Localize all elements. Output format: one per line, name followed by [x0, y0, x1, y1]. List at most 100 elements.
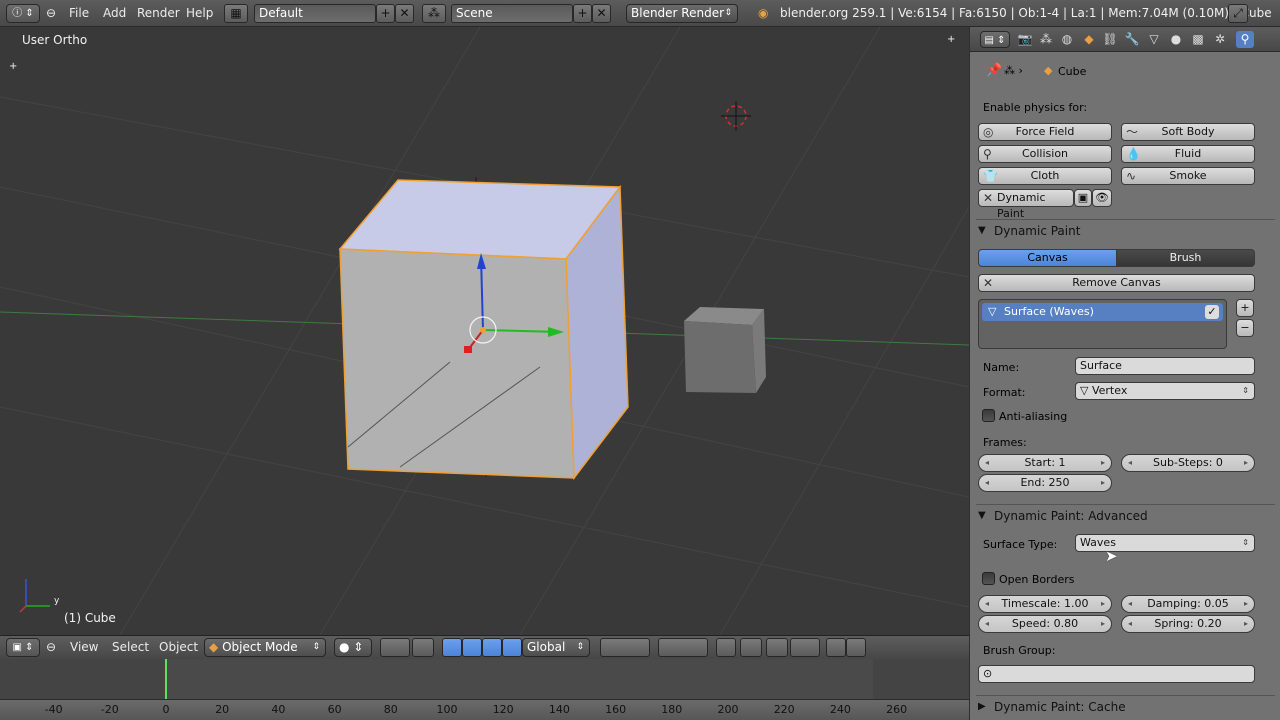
add-scene-icon[interactable]: + — [573, 4, 592, 23]
3d-viewport[interactable]: User Ortho + + y (1) Cube — [0, 27, 969, 635]
scene-layers-2[interactable] — [658, 638, 708, 657]
brush-group-input[interactable]: ⊙ — [978, 665, 1255, 683]
timescale-field[interactable]: ◂ Timescale: 1.00 ▸ — [978, 595, 1112, 613]
scale-manipulator-icon[interactable] — [482, 638, 502, 657]
screen-layout-icon[interactable]: ▦ — [224, 4, 248, 23]
menu-view[interactable]: View — [70, 638, 98, 657]
manipulator-toggle[interactable] — [412, 638, 434, 657]
open-borders-checkbox[interactable] — [982, 572, 995, 585]
spring-field[interactable]: ◂ Spring: 0.20 ▸ — [1121, 615, 1255, 633]
add-screen-icon[interactable]: + — [376, 4, 395, 23]
editor-type-button[interactable]: ▤ ⇕ — [980, 31, 1010, 48]
dropdown-arrows-icon: ⇕ — [576, 642, 584, 652]
scene-layers-1[interactable] — [600, 638, 650, 657]
scene-field[interactable]: Scene — [451, 4, 573, 23]
manipulator-extra-icon[interactable] — [502, 638, 522, 657]
fluid-button[interactable]: 💧 Fluid — [1121, 145, 1255, 163]
scene-breadcrumb-icon: ⁂ › — [1004, 64, 1023, 77]
translate-manipulator-icon[interactable] — [442, 638, 462, 657]
cloth-button[interactable]: 👕 Cloth — [978, 167, 1112, 185]
damping-field[interactable]: ◂ Damping: 0.05 ▸ — [1121, 595, 1255, 613]
substeps-field[interactable]: ◂ Sub-Steps: 0 ▸ — [1121, 454, 1255, 472]
fullscreen-icon[interactable]: ⤢ — [1228, 4, 1248, 23]
material-tab-icon[interactable]: ● — [1167, 31, 1185, 48]
dynamic-paint-section-header[interactable]: ▼ Dynamic Paint — [976, 219, 1275, 241]
world-tab-icon[interactable]: ◍ — [1058, 31, 1076, 48]
surface-name-input[interactable]: Surface — [1075, 357, 1255, 375]
format-dropdown[interactable]: ▽ Vertex ⇕ — [1075, 382, 1255, 400]
render-tab-icon[interactable]: 📷 — [1016, 31, 1034, 48]
timeline-tick-label: 140 — [548, 703, 570, 716]
surface-list-item[interactable]: ▽ Surface (Waves) ✓ — [982, 303, 1223, 321]
surface-active-checkbox[interactable]: ✓ — [1205, 305, 1219, 319]
surface-list[interactable]: ▽ Surface (Waves) ✓ — [978, 299, 1227, 349]
frame-start-field[interactable]: ◂ Start: 1 ▸ — [978, 454, 1112, 472]
editor-type-button[interactable]: ▣ ⇕ — [6, 638, 40, 657]
dynamic-paint-cache-section-header[interactable]: ▶ Dynamic Paint: Cache — [976, 695, 1275, 717]
visibility-eye-icon[interactable]: 👁 — [1092, 189, 1112, 207]
tool-shelf-toggle-icon[interactable]: + — [947, 34, 955, 45]
remove-canvas-button[interactable]: ✕ Remove Canvas — [978, 274, 1255, 292]
particles-tab-icon[interactable]: ✲ — [1211, 31, 1229, 48]
editor-type-button[interactable]: ⓘ ⇕ — [6, 4, 40, 23]
frame-end-field[interactable]: ◂ End: 250 ▸ — [978, 474, 1112, 492]
screen-layout-field[interactable]: Default — [254, 4, 376, 23]
menu-select[interactable]: Select — [112, 638, 149, 657]
texture-tab-icon[interactable]: ▩ — [1189, 31, 1207, 48]
fluid-label: Fluid — [1174, 147, 1202, 160]
force-field-button[interactable]: ◎ Force Field — [978, 123, 1112, 141]
orientation-dropdown[interactable]: Global ⇕ — [522, 638, 590, 657]
3d-cursor-icon[interactable] — [721, 101, 751, 131]
add-surface-icon[interactable]: + — [1236, 299, 1254, 317]
menu-add[interactable]: Add — [103, 4, 126, 23]
scene-tab-icon[interactable]: ⁂ — [1037, 31, 1055, 48]
decrement-arrow-icon: ◂ — [1128, 619, 1133, 628]
render-toggle-icon[interactable]: ▣ — [1074, 189, 1092, 207]
render-animation-icon[interactable] — [846, 638, 866, 657]
snap-toggle-icon[interactable] — [766, 638, 788, 657]
menu-render[interactable]: Render — [137, 4, 180, 23]
secondary-cube[interactable] — [684, 307, 766, 393]
menu-file[interactable]: File — [69, 4, 89, 23]
layer-lock-icon[interactable] — [716, 638, 736, 657]
render-engine-dropdown[interactable]: Blender Render ⇕ — [626, 4, 738, 23]
remove-scene-icon[interactable]: ✕ — [592, 4, 611, 23]
dynamic-paint-advanced-section-header[interactable]: ▼ Dynamic Paint: Advanced — [976, 504, 1275, 526]
canvas-tab[interactable]: Canvas — [978, 249, 1117, 267]
proportional-edit-icon[interactable] — [740, 638, 762, 657]
frame-ruler[interactable]: -40 -20 0 20 40 60 80 100 120 140 160 180 200 220 240 2… — [0, 699, 969, 720]
modifiers-tab-icon[interactable]: 🔧 — [1123, 31, 1141, 48]
remove-screen-icon[interactable]: ✕ — [395, 4, 414, 23]
speed-field[interactable]: ◂ Speed: 0.80 ▸ — [978, 615, 1112, 633]
collision-button[interactable]: ⚲ Collision — [978, 145, 1112, 163]
increment-arrow-icon: ▸ — [1100, 478, 1105, 487]
collapse-menu-icon[interactable]: ⊖ — [46, 4, 58, 23]
smoke-button[interactable]: ∿ Smoke — [1121, 167, 1255, 185]
collapse-menu-icon[interactable]: ⊖ — [46, 638, 56, 657]
region-toggle-icon[interactable]: + — [9, 61, 17, 72]
render-preview-icon[interactable] — [826, 638, 846, 657]
antialiasing-checkbox[interactable] — [982, 409, 995, 422]
remove-surface-icon[interactable]: − — [1236, 319, 1254, 337]
menu-object[interactable]: Object — [159, 638, 198, 657]
shading-dropdown[interactable]: ● ⇕ — [334, 638, 372, 657]
soft-body-button[interactable]: 〜 Soft Body — [1121, 123, 1255, 141]
timeline[interactable]: -40 -20 0 20 40 60 80 100 120 140 160 180 200 220 240 2… — [0, 659, 969, 720]
menu-help[interactable]: Help — [186, 4, 213, 23]
pivot-dropdown[interactable] — [380, 638, 410, 657]
object-tab-icon[interactable]: ◆ — [1080, 31, 1098, 48]
snap-element-dropdown[interactable] — [790, 638, 820, 657]
rotate-manipulator-icon[interactable] — [462, 638, 482, 657]
data-tab-icon[interactable]: ▽ — [1145, 31, 1163, 48]
section-title: Dynamic Paint: Cache — [994, 700, 1126, 714]
physics-tab-icon[interactable]: ⚲ — [1236, 31, 1254, 48]
pin-icon[interactable]: 📌 — [986, 63, 1002, 78]
scene-icon[interactable]: ⁂ — [422, 4, 446, 23]
dynamic-paint-remove-button[interactable]: ✕ Dynamic Paint — [978, 189, 1074, 220]
brush-tab[interactable]: Brush — [1116, 249, 1255, 267]
mode-dropdown[interactable]: ◆ Object Mode ⇕ — [204, 638, 326, 657]
frame-range-region — [166, 659, 873, 699]
surface-type-dropdown[interactable]: Waves ⇕ — [1075, 534, 1255, 552]
constraints-tab-icon[interactable]: ⛓ — [1101, 31, 1119, 48]
increment-arrow-icon: ▸ — [1100, 619, 1105, 628]
